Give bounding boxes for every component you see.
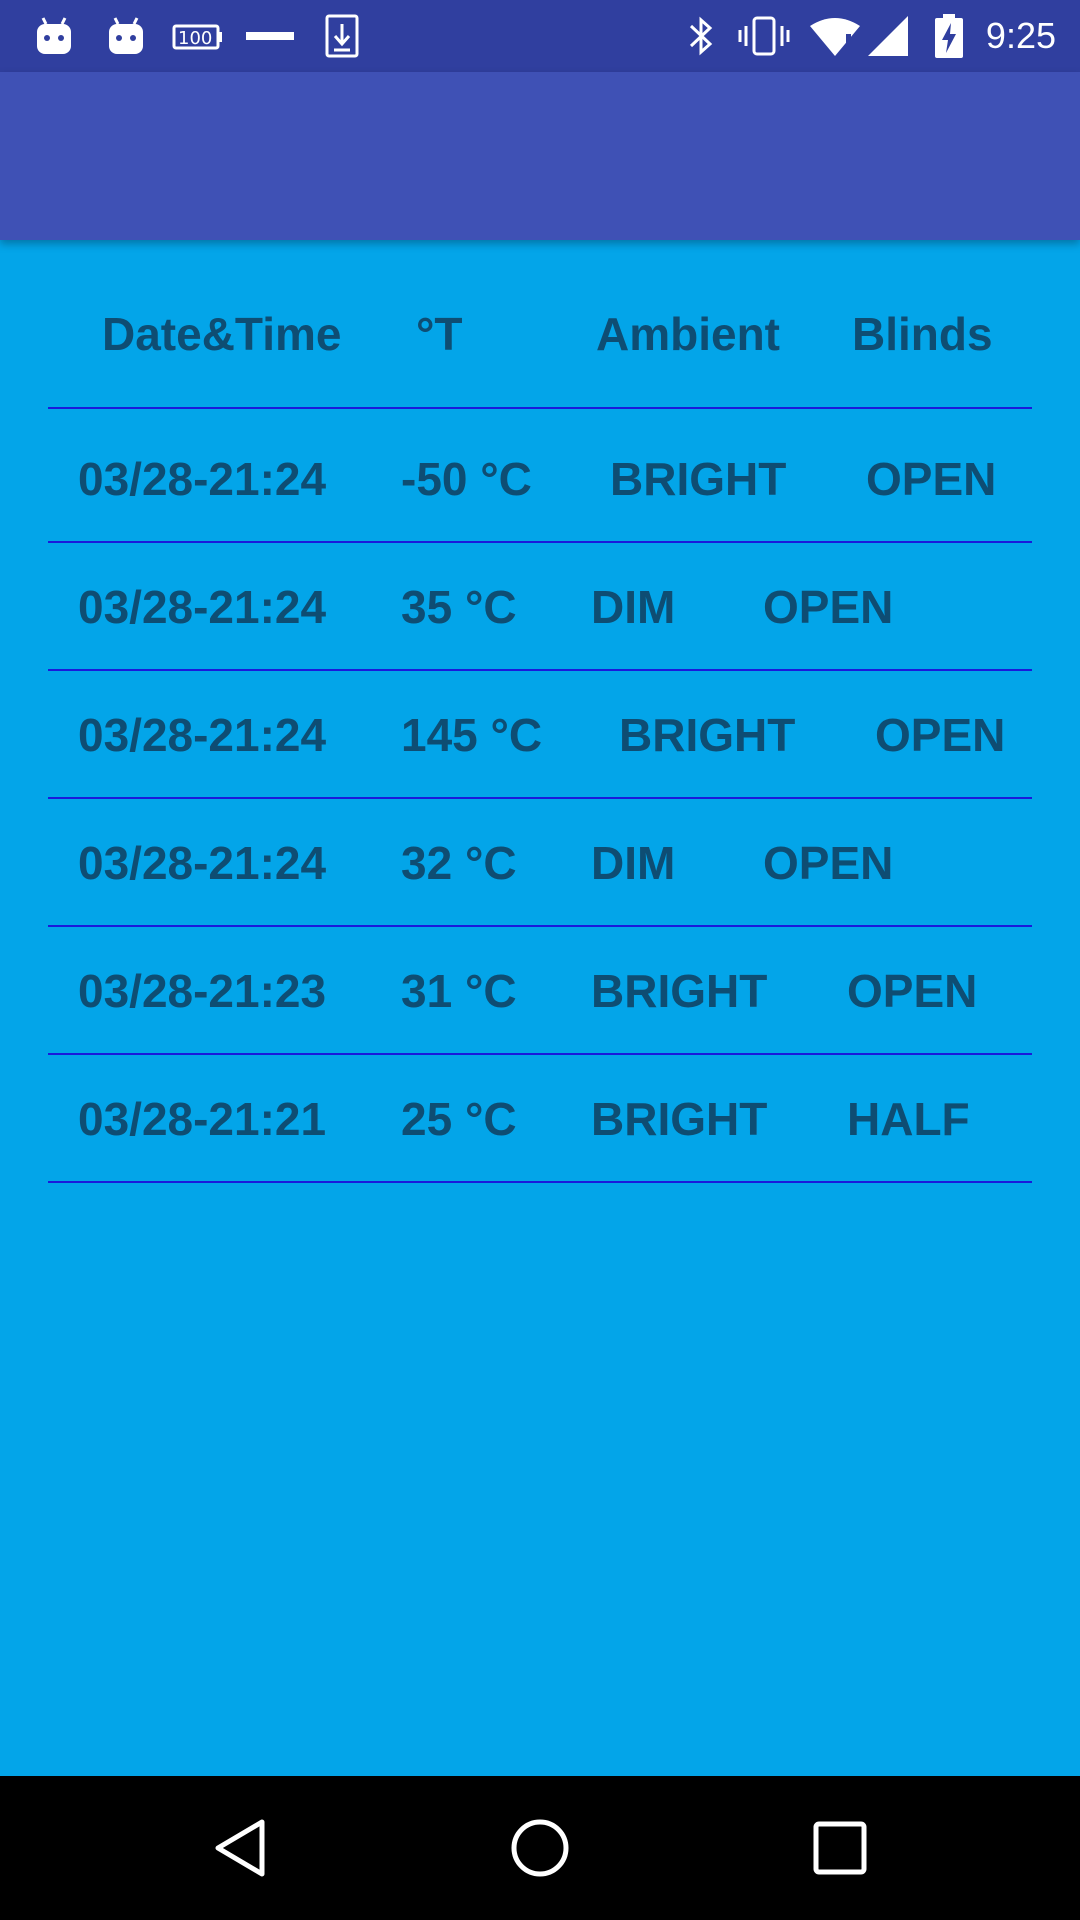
android-icon (37, 17, 71, 54)
row-datetime: 03/28-21:23 (78, 965, 327, 1017)
app-bar (0, 72, 1080, 240)
column-header-ambient: Ambient (596, 308, 780, 360)
row-blinds: OPEN (763, 837, 894, 889)
row-blinds: HALF (847, 1093, 970, 1145)
row-blinds: OPEN (763, 581, 894, 633)
row-temperature: 31 °C (401, 965, 517, 1017)
row-blinds: OPEN (866, 453, 997, 505)
table-row: 03/28-21:21 25 °C BRIGHT HALF (48, 1055, 1032, 1183)
svg-text:100: 100 (178, 28, 212, 49)
row-blinds: OPEN (875, 709, 1006, 761)
row-datetime: 03/28-21:24 (78, 581, 327, 633)
wifi-alert-icon (810, 18, 860, 56)
row-datetime: 03/28-21:24 (78, 453, 327, 505)
row-temperature: 35 °C (401, 581, 517, 633)
status-time: 9:25 (985, 15, 1056, 56)
row-ambient: BRIGHT (591, 965, 768, 1017)
status-bar: 100 9:25 (0, 0, 1080, 72)
table-header-row: Date&Time °T Ambient Blinds (48, 284, 1032, 409)
home-icon[interactable] (508, 1816, 572, 1880)
row-ambient: DIM (591, 837, 676, 889)
table-row: 03/28-21:24 35 °C DIM OPEN (48, 543, 1032, 671)
row-temperature: 145 °C (401, 709, 543, 761)
table-row: 03/28-21:23 31 °C BRIGHT OPEN (48, 927, 1032, 1055)
sensor-log-table: Date&Time °T Ambient Blinds 03/28-21:24 … (48, 290, 1032, 1183)
table-row: 03/28-21:24 -50 °C BRIGHT OPEN (48, 415, 1032, 543)
recents-icon[interactable] (808, 1816, 872, 1880)
row-datetime: 03/28-21:24 (78, 709, 327, 761)
row-datetime: 03/28-21:24 (78, 837, 327, 889)
download-icon (325, 14, 359, 58)
bluetooth-icon (689, 16, 713, 56)
android-icon (109, 17, 143, 54)
row-ambient: BRIGHT (610, 453, 787, 505)
cell-signal-icon (868, 16, 908, 56)
row-datetime: 03/28-21:21 (78, 1093, 327, 1145)
row-temperature: 32 °C (401, 837, 517, 889)
row-ambient: DIM (591, 581, 676, 633)
row-ambient: BRIGHT (619, 709, 796, 761)
column-header-temperature: °T (416, 308, 463, 360)
back-icon[interactable] (208, 1816, 272, 1880)
column-header-datetime: Date&Time (102, 308, 342, 360)
column-header-blinds: Blinds (852, 308, 993, 360)
screen: 100 9:25 Date&Time °T Ambient Blinds 03/… (0, 0, 1080, 1920)
battery-charging-icon (935, 14, 963, 58)
row-ambient: BRIGHT (591, 1093, 768, 1145)
row-temperature: 25 °C (401, 1093, 517, 1145)
minus-icon (246, 32, 294, 40)
table-row: 03/28-21:24 145 °C BRIGHT OPEN (48, 671, 1032, 799)
row-temperature: -50 °C (401, 453, 532, 505)
battery-100-icon: 100 (172, 24, 222, 50)
vibrate-icon (738, 16, 790, 56)
row-blinds: OPEN (847, 965, 978, 1017)
table-row: 03/28-21:24 32 °C DIM OPEN (48, 799, 1032, 927)
navigation-bar (0, 1776, 1080, 1920)
